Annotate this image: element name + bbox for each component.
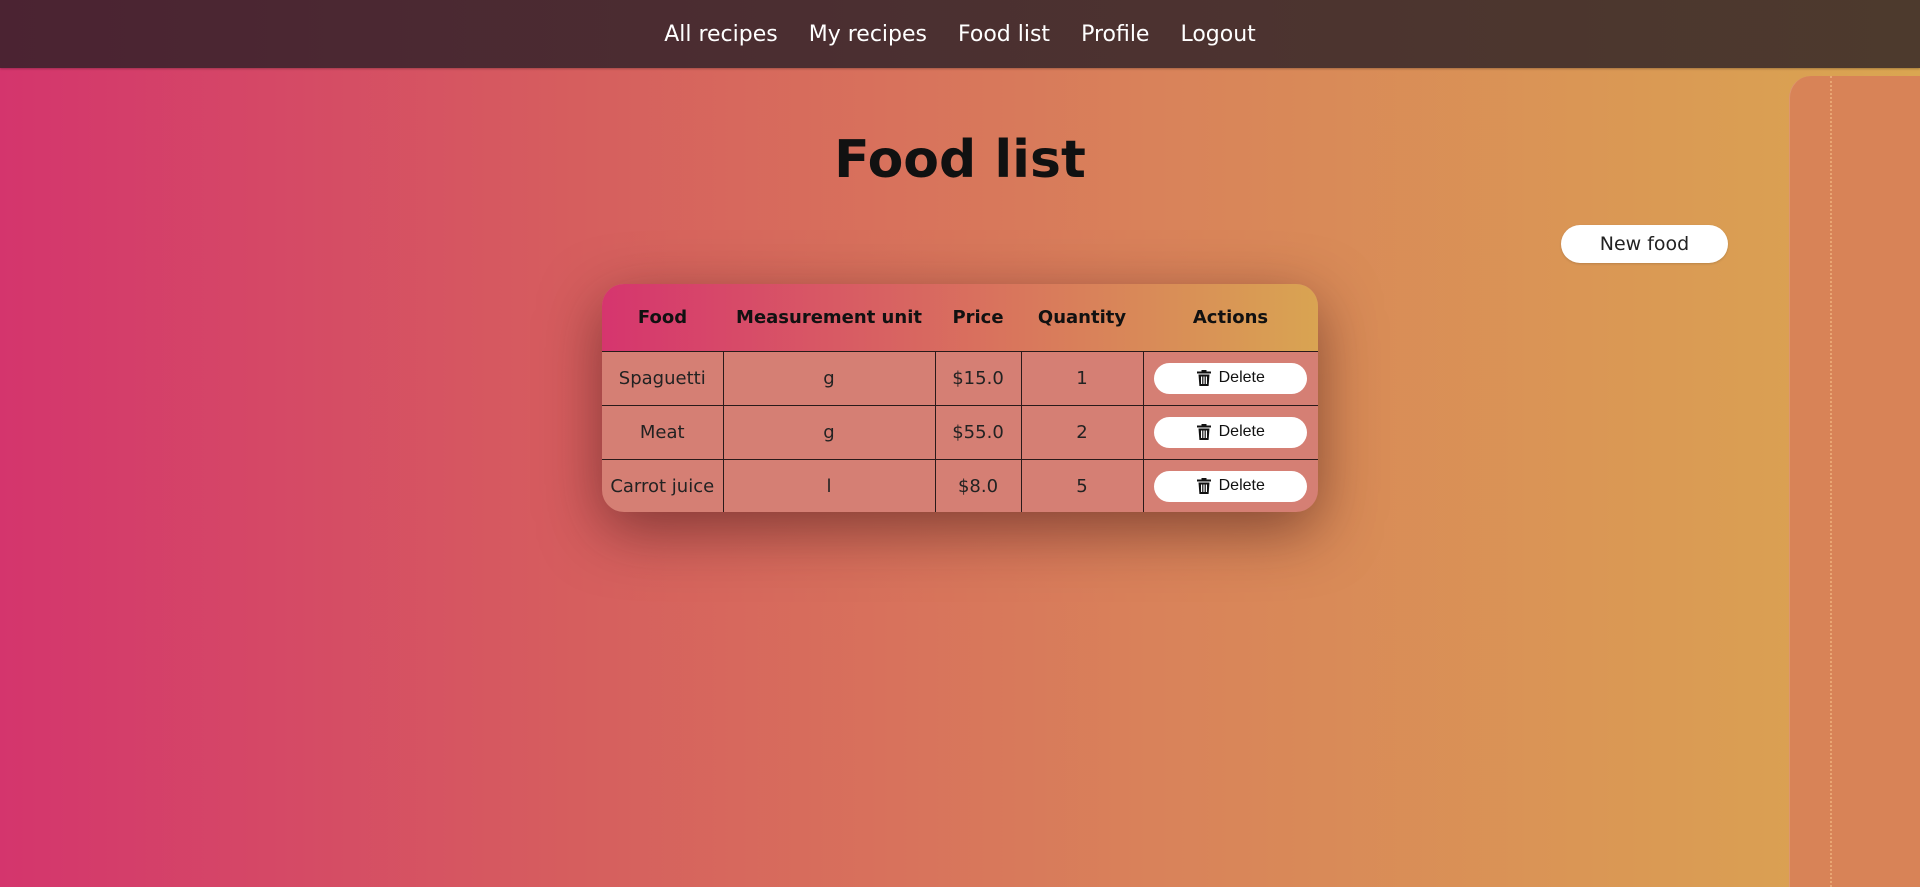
top-nav: All recipes My recipes Food list Profile…: [0, 0, 1920, 68]
food-table: Food Measurement unit Price Quantity Act…: [602, 284, 1318, 512]
right-side-panel: [1789, 76, 1920, 887]
header-quantity: Quantity: [1021, 284, 1143, 352]
cell-price: $15.0: [935, 351, 1022, 406]
cell-unit: g: [723, 405, 936, 460]
page-title: Food list: [834, 130, 1086, 190]
trash-icon: [1196, 478, 1211, 495]
table-row: Carrot juice l $8.0 5 Delete: [602, 459, 1318, 512]
trash-icon: [1196, 424, 1211, 440]
table-body: Spaguetti g $15.0 1 Delete Meat g $55.0 …: [602, 351, 1318, 512]
nav-my-recipes[interactable]: My recipes: [809, 22, 927, 47]
table-header-row: Food Measurement unit Price Quantity Act…: [602, 284, 1318, 352]
cell-food: Meat: [602, 405, 724, 460]
nav-all-recipes[interactable]: All recipes: [664, 22, 778, 47]
delete-button[interactable]: Delete: [1154, 362, 1308, 394]
cell-quantity: 1: [1021, 351, 1144, 406]
delete-label: Delete: [1218, 423, 1265, 440]
header-measurement-unit: Measurement unit: [723, 284, 935, 352]
cell-unit: l: [723, 459, 936, 512]
nav-profile[interactable]: Profile: [1081, 22, 1149, 47]
nav-logout[interactable]: Logout: [1180, 22, 1255, 47]
new-food-button[interactable]: New food: [1561, 225, 1728, 263]
cell-actions: Delete: [1143, 405, 1318, 460]
cell-price: $55.0: [935, 405, 1022, 460]
delete-button[interactable]: Delete: [1154, 470, 1308, 502]
cell-food: Spaguetti: [602, 351, 724, 406]
cell-unit: g: [723, 351, 936, 406]
header-price: Price: [935, 284, 1021, 352]
delete-label: Delete: [1218, 369, 1265, 386]
header-food: Food: [602, 284, 723, 352]
cell-quantity: 2: [1021, 405, 1144, 460]
table-row: Meat g $55.0 2 Delete: [602, 405, 1318, 460]
cell-actions: Delete: [1143, 351, 1318, 406]
cell-price: $8.0: [935, 459, 1022, 512]
delete-label: Delete: [1218, 477, 1265, 495]
cell-quantity: 5: [1021, 459, 1144, 512]
header-actions: Actions: [1143, 284, 1318, 352]
delete-button[interactable]: Delete: [1154, 416, 1308, 448]
table-row: Spaguetti g $15.0 1 Delete: [602, 351, 1318, 406]
nav-food-list[interactable]: Food list: [958, 22, 1050, 47]
trash-icon: [1196, 370, 1211, 386]
table-header: Food Measurement unit Price Quantity Act…: [602, 284, 1318, 352]
cell-actions: Delete: [1143, 459, 1318, 512]
cell-food: Carrot juice: [602, 459, 724, 512]
food-table-card: Food Measurement unit Price Quantity Act…: [602, 284, 1318, 512]
